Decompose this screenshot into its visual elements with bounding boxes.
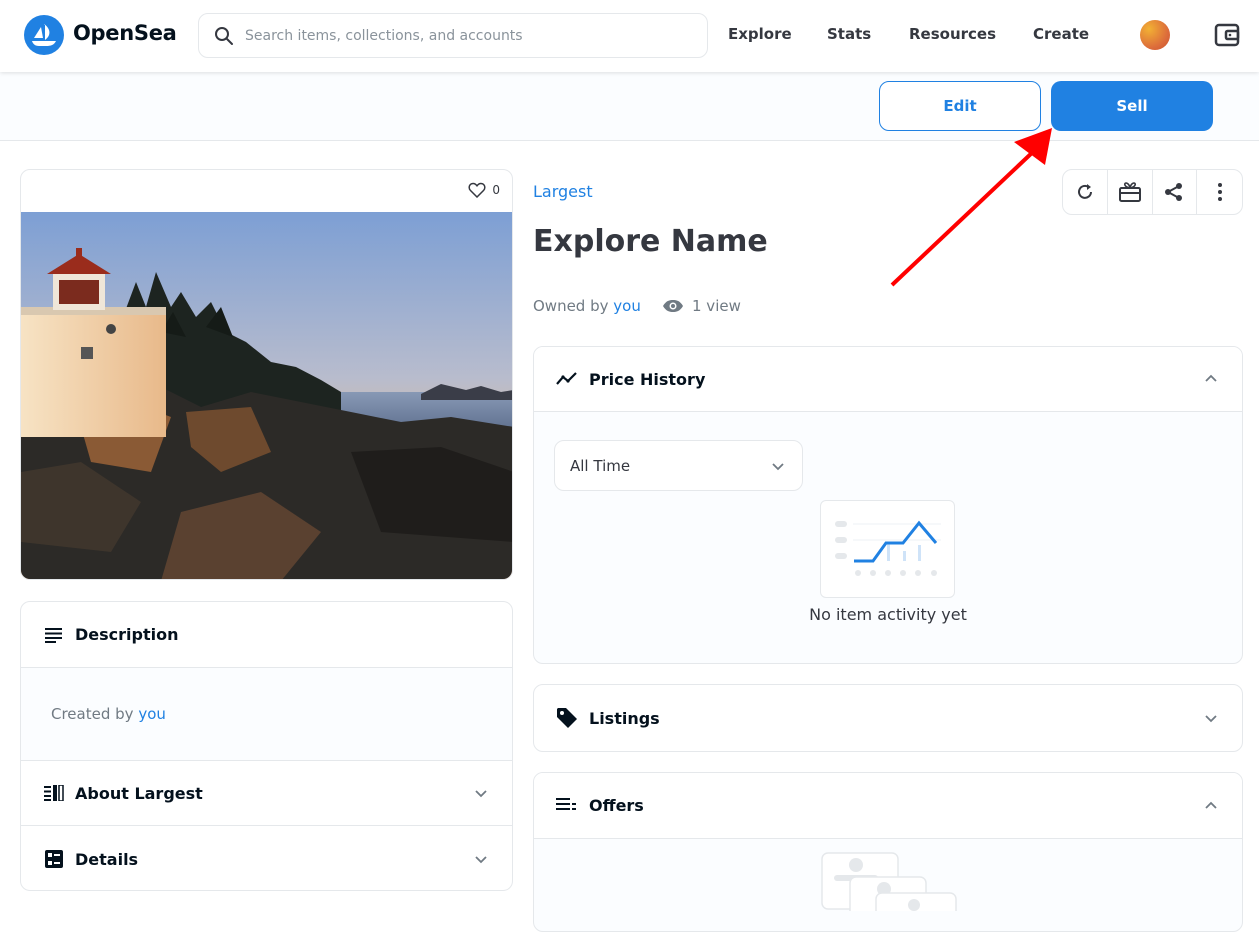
share-icon bbox=[1165, 183, 1183, 201]
nft-image-card: 0 bbox=[20, 169, 513, 580]
eye-icon bbox=[663, 300, 683, 312]
chevron-up-icon bbox=[1205, 801, 1217, 809]
details-header[interactable]: Details bbox=[21, 826, 512, 890]
price-history-header[interactable]: Price History bbox=[534, 347, 1242, 412]
favorite-button[interactable]: 0 bbox=[468, 182, 500, 198]
heart-icon bbox=[468, 182, 486, 198]
owner-link[interactable]: you bbox=[613, 297, 641, 315]
description-icon bbox=[45, 628, 62, 643]
chevron-down-icon bbox=[475, 790, 487, 798]
listings-header[interactable]: Listings bbox=[534, 685, 1242, 751]
offers-panel: Offers bbox=[533, 772, 1243, 932]
chevron-down-icon bbox=[475, 856, 487, 864]
description-panel: Description Created by you About Largest bbox=[20, 601, 513, 891]
description-body: Created by you bbox=[21, 668, 512, 761]
gift-icon bbox=[1118, 182, 1141, 202]
owned-by-text: Owned by you bbox=[533, 297, 641, 315]
top-nav: OpenSea Explore Stats Resources Create bbox=[0, 0, 1259, 72]
price-history-title: Price History bbox=[589, 369, 706, 389]
description-header[interactable]: Description bbox=[21, 602, 512, 668]
favorite-count: 0 bbox=[492, 183, 500, 197]
lighthouse-nft-image[interactable] bbox=[21, 212, 513, 580]
wallet-icon[interactable] bbox=[1213, 21, 1241, 49]
owned-by-prefix: Owned by bbox=[533, 297, 609, 315]
nav-resources[interactable]: Resources bbox=[909, 25, 996, 43]
more-options-button[interactable] bbox=[1197, 170, 1242, 214]
collection-link[interactable]: Largest bbox=[533, 182, 593, 201]
created-by-text: Created by you bbox=[51, 705, 166, 723]
views-text: 1 view bbox=[692, 297, 741, 315]
nav-create[interactable]: Create bbox=[1033, 25, 1089, 43]
search-input[interactable] bbox=[245, 14, 685, 57]
chevron-up-icon bbox=[1205, 374, 1217, 382]
annotation-arrow bbox=[890, 128, 1052, 287]
refresh-icon bbox=[1077, 184, 1092, 199]
details-title: Details bbox=[75, 849, 139, 869]
share-button[interactable] bbox=[1153, 170, 1198, 214]
description-title: Description bbox=[75, 625, 179, 644]
creator-link[interactable]: you bbox=[138, 705, 166, 723]
more-vertical-icon bbox=[1217, 183, 1222, 201]
image-card-header: 0 bbox=[21, 170, 512, 212]
view-count: 1 view bbox=[662, 297, 741, 315]
logo-text[interactable]: OpenSea bbox=[73, 21, 177, 45]
sell-button[interactable]: Sell bbox=[1051, 81, 1213, 131]
search-box[interactable] bbox=[198, 13, 708, 58]
opensea-logo-icon[interactable] bbox=[24, 15, 64, 55]
created-by-prefix: Created by bbox=[51, 705, 134, 723]
empty-chart-illustration bbox=[820, 500, 955, 598]
offers-header[interactable]: Offers bbox=[534, 773, 1242, 839]
listings-panel: Listings bbox=[533, 684, 1243, 752]
details-icon bbox=[45, 850, 63, 868]
offers-title: Offers bbox=[589, 796, 644, 815]
search-icon bbox=[215, 27, 233, 45]
trend-line-icon bbox=[556, 372, 577, 385]
time-range-select[interactable]: All Time bbox=[554, 440, 803, 491]
nav-stats[interactable]: Stats bbox=[827, 25, 871, 43]
chevron-down-icon bbox=[772, 463, 784, 471]
chevron-down-icon bbox=[1205, 715, 1217, 723]
offers-list-icon bbox=[556, 798, 576, 810]
no-activity-text: No item activity yet bbox=[809, 605, 967, 624]
about-header[interactable]: About Largest bbox=[21, 761, 512, 826]
time-range-value: All Time bbox=[570, 456, 631, 475]
about-title: About Largest bbox=[75, 783, 203, 803]
nav-explore[interactable]: Explore bbox=[728, 25, 792, 43]
about-icon bbox=[44, 785, 64, 801]
listings-title: Listings bbox=[589, 708, 660, 728]
gift-button[interactable] bbox=[1108, 170, 1153, 214]
tag-icon bbox=[557, 708, 577, 728]
profile-avatar[interactable] bbox=[1140, 20, 1170, 50]
empty-offers-illustration bbox=[821, 852, 957, 911]
item-title: Explore Name bbox=[533, 224, 768, 259]
item-actions bbox=[1062, 169, 1243, 215]
